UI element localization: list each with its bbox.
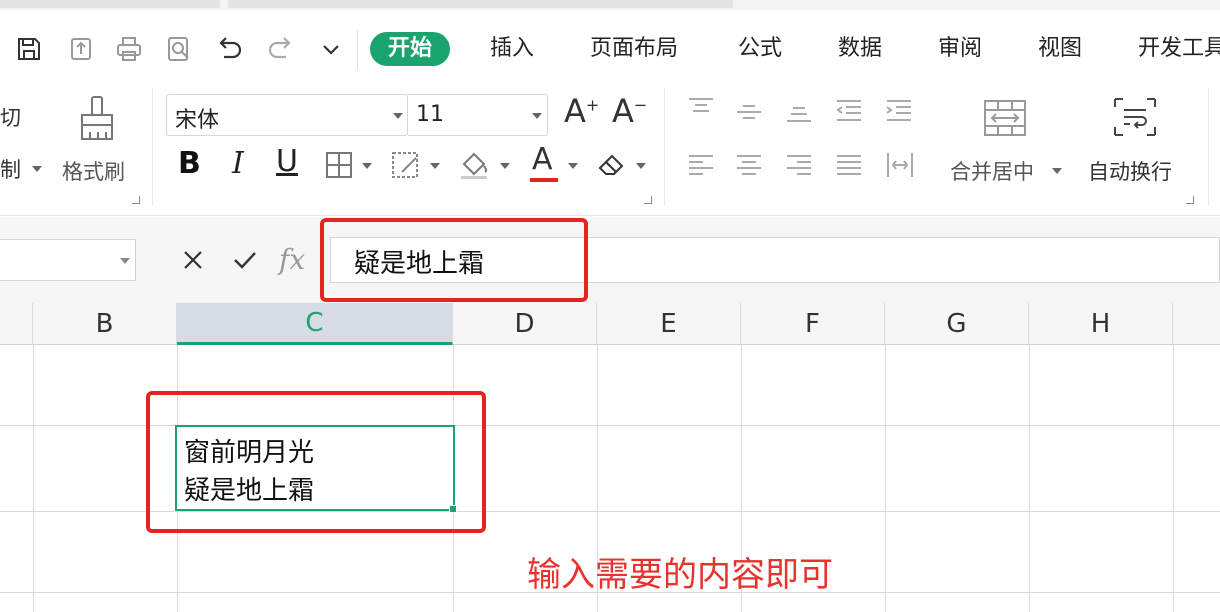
justify-icon[interactable]: [834, 152, 864, 180]
decrease-font-button[interactable]: A−: [612, 92, 647, 130]
borders-dropdown-icon[interactable]: [362, 163, 372, 169]
align-right-icon[interactable]: [784, 152, 814, 180]
column-header-e[interactable]: E: [597, 303, 741, 345]
cell-highlight-box: [146, 391, 486, 533]
increase-indent-icon[interactable]: [884, 98, 914, 124]
borders-icon[interactable]: [324, 150, 354, 180]
font-color-button[interactable]: A: [532, 142, 553, 177]
align-center-icon[interactable]: [734, 152, 764, 180]
tab-page-layout[interactable]: 页面布局: [590, 32, 678, 66]
tab-strip-segment: [228, 0, 733, 8]
bold-button[interactable]: B: [178, 146, 201, 181]
font-size-value: 11: [416, 102, 444, 127]
decrease-indent-icon[interactable]: [834, 98, 864, 124]
column-header-g[interactable]: G: [885, 303, 1029, 345]
export-icon[interactable]: [64, 32, 98, 66]
align-middle-icon[interactable]: [734, 100, 764, 124]
decrease-font-label: A: [612, 92, 634, 130]
tab-formulas[interactable]: 公式: [738, 32, 782, 66]
underline-button[interactable]: U: [276, 144, 298, 179]
print-preview-icon[interactable]: [162, 32, 196, 66]
italic-button[interactable]: I: [232, 146, 244, 181]
tab-home[interactable]: 开始: [370, 32, 451, 66]
fill-color-dropdown-icon[interactable]: [500, 163, 510, 169]
format-painter-icon[interactable]: [76, 94, 120, 144]
menu-bar: 开始 插入 页面布局 公式 数据 审阅 视图 开发工具: [0, 10, 1220, 82]
font-name-value: 宋体: [175, 108, 220, 133]
column-header-b[interactable]: B: [33, 303, 177, 345]
column-header-d[interactable]: D: [453, 303, 597, 345]
align-left-icon[interactable]: [686, 152, 716, 180]
column-header-f[interactable]: F: [741, 303, 885, 345]
increase-font-label: A: [564, 92, 586, 130]
confirm-icon[interactable]: [230, 245, 260, 275]
save-icon[interactable]: [12, 32, 46, 66]
tab-data[interactable]: 数据: [838, 32, 882, 66]
font-color-swatch: [530, 178, 558, 182]
print-icon[interactable]: [112, 32, 146, 66]
tab-view[interactable]: 视图: [1038, 32, 1082, 66]
cancel-icon[interactable]: [178, 245, 208, 275]
column-header-h[interactable]: H: [1029, 303, 1173, 345]
copy-button[interactable]: 制: [0, 154, 21, 184]
annotation-text: 输入需要的内容即可: [527, 555, 833, 595]
fill-color-icon[interactable]: [458, 148, 492, 180]
copy-dropdown-icon[interactable]: [32, 166, 42, 172]
clipboard-dialog-launcher[interactable]: [132, 196, 140, 204]
more-dropdown-icon[interactable]: [314, 32, 348, 66]
group-separator: [152, 88, 153, 206]
distribute-icon[interactable]: [884, 150, 916, 180]
group-separator: [664, 88, 665, 206]
ribbon-home: 切 制 格式刷 宋体 11 A+ A− B I U A 合并居中 自动换行: [0, 82, 1220, 216]
group-separator: [1208, 88, 1209, 206]
merge-center-button[interactable]: 合并居中: [950, 156, 1034, 186]
tab-review[interactable]: 审阅: [938, 32, 982, 66]
window-top-strip: [0, 0, 1220, 10]
tab-developer[interactable]: 开发工具: [1138, 32, 1220, 66]
alignment-dialog-launcher[interactable]: [1186, 196, 1194, 204]
cell-style-dropdown-icon[interactable]: [430, 163, 440, 169]
merge-center-dropdown-icon[interactable]: [1052, 168, 1062, 174]
wrap-text-icon[interactable]: [1112, 96, 1158, 138]
merge-center-icon[interactable]: [982, 98, 1028, 138]
column-header-partial[interactable]: [1173, 303, 1220, 345]
grid-line: [1173, 345, 1174, 612]
cut-button[interactable]: 切: [0, 102, 21, 132]
font-name-select[interactable]: 宋体: [166, 94, 408, 136]
align-bottom-icon[interactable]: [784, 100, 814, 124]
insert-function-button[interactable]: fx: [279, 243, 305, 276]
menu-separator: [357, 30, 358, 70]
column-header-partial[interactable]: [0, 303, 33, 345]
redo-icon[interactable]: [264, 32, 298, 66]
tab-insert[interactable]: 插入: [490, 32, 534, 66]
tab-strip-segment: [0, 0, 220, 8]
increase-font-button[interactable]: A+: [564, 92, 599, 130]
column-header-c[interactable]: C: [177, 303, 453, 345]
wrap-text-button[interactable]: 自动换行: [1088, 156, 1172, 186]
grid-line: [1029, 345, 1030, 612]
eraser-icon[interactable]: [596, 150, 628, 180]
format-painter-button[interactable]: 格式刷: [62, 156, 125, 186]
font-name-dropdown-icon[interactable]: [393, 113, 403, 119]
font-size-dropdown-icon[interactable]: [532, 113, 542, 119]
align-top-icon[interactable]: [686, 96, 716, 120]
formula-bar: fx 疑是地上霜: [0, 217, 1220, 303]
grid-line: [885, 345, 886, 612]
undo-icon[interactable]: [212, 32, 246, 66]
font-size-select[interactable]: 11: [408, 94, 548, 136]
eraser-dropdown-icon[interactable]: [636, 163, 646, 169]
font-color-dropdown-icon[interactable]: [568, 163, 578, 169]
formula-highlight-box: [320, 218, 588, 302]
grid-line: [33, 345, 34, 612]
name-box[interactable]: [0, 239, 136, 281]
cell-style-icon[interactable]: [390, 150, 422, 180]
name-box-dropdown-icon[interactable]: [120, 258, 130, 264]
font-dialog-launcher[interactable]: [644, 196, 652, 204]
